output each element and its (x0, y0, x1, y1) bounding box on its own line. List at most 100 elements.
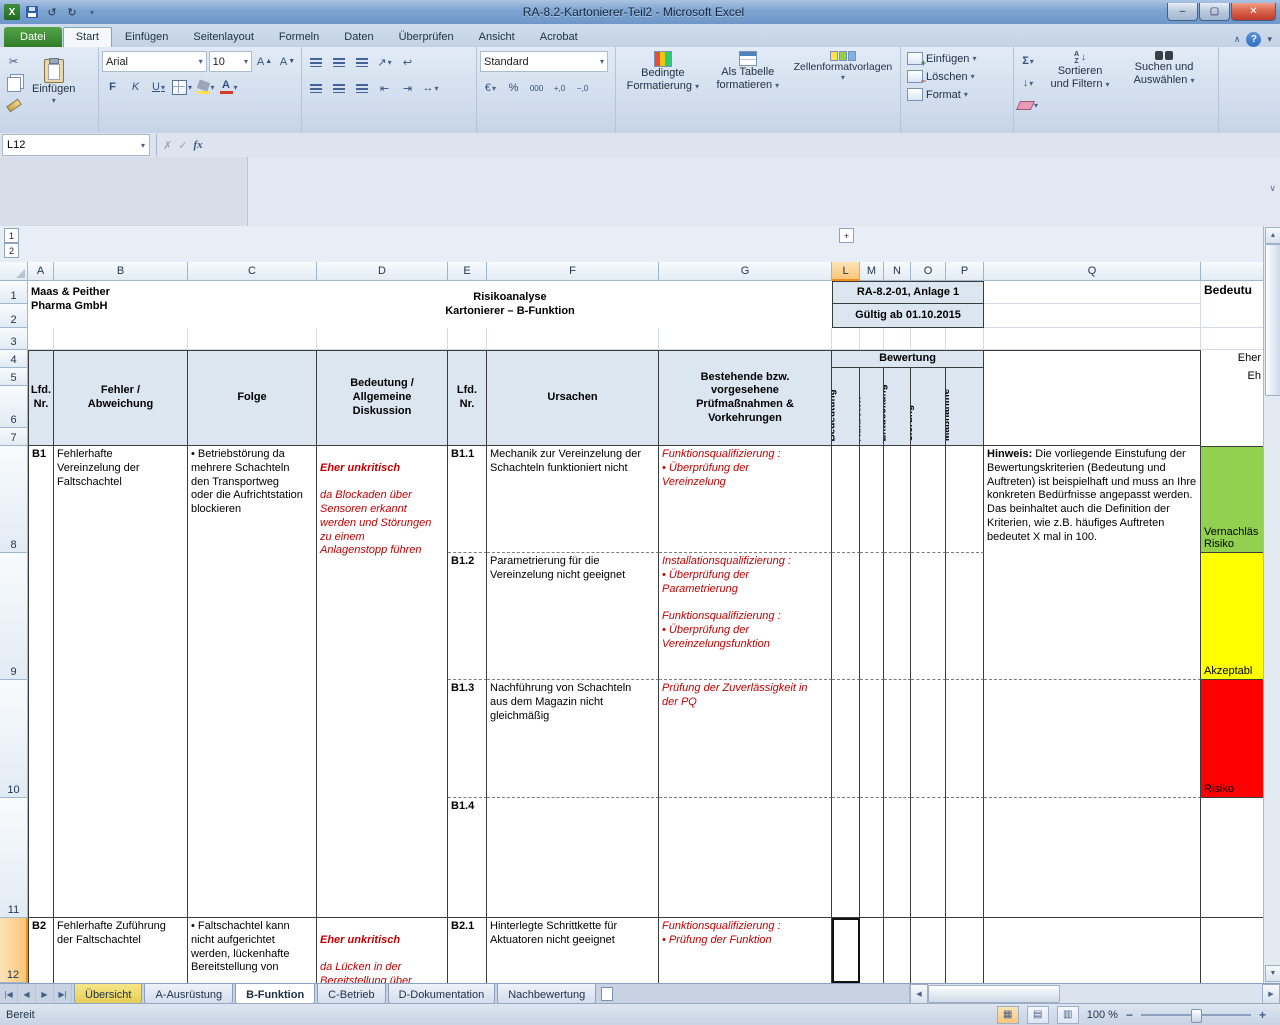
cell-Q2[interactable] (984, 304, 1201, 328)
italic-button[interactable]: K (125, 77, 146, 97)
minimize-button[interactable]: – (1167, 3, 1198, 21)
cell-E11-b14-nr[interactable]: B1.4 (448, 798, 487, 918)
cell-Q3[interactable] (984, 328, 1201, 350)
row-header-1[interactable]: 1 (0, 281, 28, 304)
align-top-icon[interactable] (305, 52, 326, 72)
cell-D8-b1-bedeutung[interactable]: Eher unkritisch da Blockaden über Sensor… (317, 446, 448, 918)
scroll-up-icon[interactable]: ▲ (1265, 227, 1280, 244)
col-header-C[interactable]: C (188, 262, 317, 281)
outline-level-2-button[interactable]: 2 (4, 243, 19, 258)
view-page-layout-icon[interactable]: ▤ (1027, 1006, 1049, 1024)
cell-F12-b21-ursache[interactable]: Hinterlegte Schrittkette für Aktuatoren … (487, 918, 659, 983)
cell-F11[interactable] (487, 798, 659, 918)
prev-sheet-icon[interactable]: ◀ (18, 984, 36, 1004)
find-select-button[interactable]: Suchen und Auswählen ▾ (1121, 49, 1207, 133)
cell-G8-b11-massnahme[interactable]: Funktionsqualifizierung : • Überprüfung … (659, 446, 832, 553)
decrease-decimal-button[interactable]: −,0 (572, 78, 593, 98)
insert-sheet-icon[interactable] (596, 984, 618, 1004)
sheet-tab-nachbewertung[interactable]: Nachbewertung (497, 984, 596, 1004)
row-header-4[interactable]: 4 (0, 350, 28, 368)
header-rot-bedeutung[interactable]: Bedeutung (832, 368, 860, 446)
col-header-Q[interactable]: Q (984, 262, 1201, 281)
tab-formeln[interactable]: Formeln (267, 28, 331, 47)
cell-O10[interactable] (911, 680, 946, 798)
cell-risk-green[interactable]: Vernachläs Risiko (1201, 446, 1264, 553)
help-icon[interactable]: ? (1246, 32, 1261, 47)
format-as-table-button[interactable]: Als Tabelle formatieren ▾ (707, 49, 789, 133)
tab-einfuegen[interactable]: Einfügen (113, 28, 180, 47)
enter-icon[interactable]: ✓ (178, 139, 187, 152)
row-header-5[interactable]: 5 (0, 368, 28, 386)
align-middle-icon[interactable] (328, 52, 349, 72)
cell-L3[interactable] (832, 328, 860, 350)
cell-E12-b21-nr[interactable]: B2.1 (448, 918, 487, 983)
borders-button[interactable]: ▾ (171, 77, 193, 97)
increase-indent-icon[interactable]: ⇥ (397, 78, 418, 98)
autosum-button[interactable]: Σ▾ (1017, 51, 1039, 71)
name-box[interactable]: L12▾ (2, 134, 150, 156)
bold-button[interactable]: F (102, 77, 123, 97)
cell-N10[interactable] (884, 680, 911, 798)
cell-E8-b11-nr[interactable]: B1.1 (448, 446, 487, 553)
header-lfd-nr-2[interactable]: Lfd. Nr. (448, 350, 487, 446)
number-format-select[interactable]: Standard▾ (480, 51, 608, 72)
cell-R7[interactable] (1201, 428, 1264, 446)
header-fehler[interactable]: Fehler / Abweichung (54, 350, 188, 446)
cell-right-header[interactable]: Bedeutu (1201, 281, 1264, 304)
accounting-format-button[interactable]: €▾ (480, 78, 501, 98)
horizontal-scrollbar[interactable]: ◀ ▶ (909, 984, 1280, 1004)
shrink-font-button[interactable]: A▼ (277, 52, 298, 72)
formula-bar-collapse-icon[interactable]: ∨ (1269, 183, 1276, 194)
last-sheet-icon[interactable]: ▶| (54, 984, 72, 1004)
cell-F9-b12-ursache[interactable]: Parametrierung für die Vereinzelung nich… (487, 553, 659, 680)
cell-Q12[interactable] (984, 918, 1201, 983)
undo-button[interactable]: ↺ (44, 5, 60, 20)
cell-M3[interactable] (860, 328, 884, 350)
cell-F10-b13-ursache[interactable]: Nachführung von Schachteln aus dem Magaz… (487, 680, 659, 798)
maximize-button[interactable]: ▢ (1199, 3, 1230, 21)
header-rot-auftreten[interactable]: Auftreten (860, 368, 884, 446)
insert-function-icon[interactable]: fx (193, 139, 202, 151)
conditional-formatting-button[interactable]: Bedingte Formatierung ▾ (619, 49, 707, 133)
delete-cells-button[interactable]: − Löschen▾ (904, 69, 1010, 84)
cell-C8-b1-folge[interactable]: • Betriebstörung da mehrere Schachteln d… (188, 446, 317, 918)
align-right-icon[interactable] (351, 78, 372, 98)
minimize-ribbon-icon[interactable]: ∧ (1234, 34, 1241, 45)
cell-N8[interactable] (884, 446, 911, 553)
header-folge[interactable]: Folge (188, 350, 317, 446)
wrap-text-icon[interactable]: ↩ (397, 52, 418, 72)
cell-R3[interactable] (1201, 328, 1264, 350)
formula-bar-expanded[interactable]: ∨ (0, 157, 1280, 227)
cell-Q4-7[interactable] (984, 350, 1201, 446)
cell-R4[interactable]: Eher (1201, 350, 1264, 368)
cell-M12[interactable] (860, 918, 884, 983)
view-normal-icon[interactable]: ▦ (997, 1006, 1019, 1024)
zoom-slider[interactable] (1141, 1014, 1251, 1016)
cell-P12[interactable] (946, 918, 984, 983)
increase-decimal-button[interactable]: +,0 (549, 78, 570, 98)
cell-L10[interactable] (832, 680, 860, 798)
percent-style-button[interactable]: % (503, 78, 524, 98)
zoom-in-icon[interactable]: + (1259, 1008, 1266, 1022)
sheet-tab-uebersicht[interactable]: Übersicht (74, 984, 142, 1004)
fill-button[interactable]: ↓▾ (1017, 73, 1039, 93)
cell-E9-b12-nr[interactable]: B1.2 (448, 553, 487, 680)
align-center-icon[interactable] (328, 78, 349, 98)
cell-valid-from[interactable]: Gültig ab 01.10.2015 (832, 304, 984, 328)
row-header-7[interactable]: 7 (0, 428, 28, 446)
outline-expand-button[interactable]: + (839, 228, 854, 243)
cell-R12[interactable] (1201, 918, 1264, 983)
cell-title[interactable]: Risikoanalyse Kartonierer – B-Funktion (188, 281, 832, 328)
cell-M11[interactable] (860, 798, 884, 918)
cell-O12[interactable] (911, 918, 946, 983)
sort-filter-button[interactable]: AZ ↓ Sortieren und Filtern ▾ (1039, 49, 1121, 133)
header-ursachen[interactable]: Ursachen (487, 350, 659, 446)
cell-risk-red[interactable]: Risiko (1201, 680, 1264, 798)
cell-M9[interactable] (860, 553, 884, 680)
cell-L8[interactable] (832, 446, 860, 553)
col-header-B[interactable]: B (54, 262, 188, 281)
format-cells-button[interactable]: Format▾ (904, 87, 1010, 102)
cancel-icon[interactable]: ✗ (163, 139, 172, 152)
cell-P3[interactable] (946, 328, 984, 350)
cell-G9-b12-massnahme[interactable]: Installationsqualifizierung : • Überprüf… (659, 553, 832, 680)
